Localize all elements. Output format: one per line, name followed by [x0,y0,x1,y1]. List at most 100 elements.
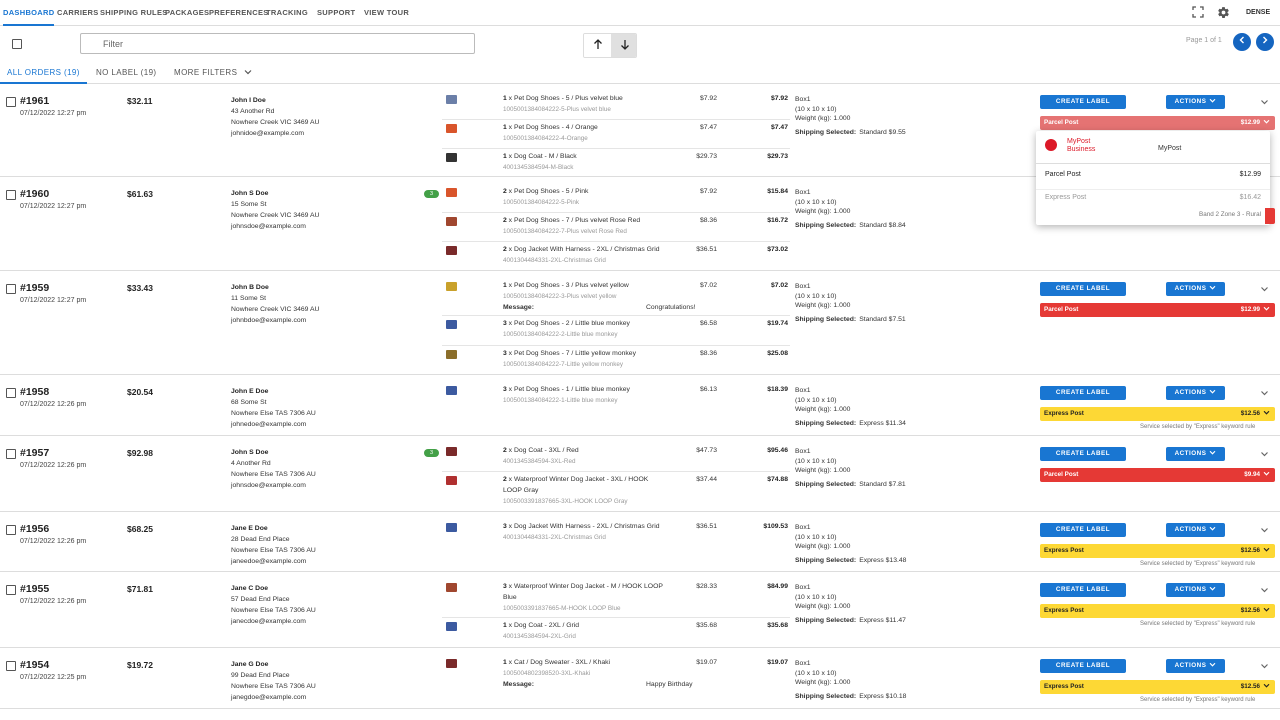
order-total: $71.81 [127,584,153,594]
tab-no-label[interactable]: No Label (19) [96,64,156,84]
expand-row-icon[interactable] [1260,661,1269,671]
actions-button[interactable]: ACTIONS [1166,282,1225,296]
create-label-button[interactable]: CREATE LABEL [1040,523,1126,537]
actions-button[interactable]: ACTIONS [1166,523,1225,537]
expand-row-icon[interactable] [1260,525,1269,535]
item-line-total: $15.84 [767,188,788,195]
service-selector[interactable]: Express Post $12.56 [1040,604,1275,618]
nav-dashboard[interactable]: Dashboard [3,0,55,26]
item-name: x Pet Dog Shoes - 5 / Plus velvet blue [506,95,623,102]
order-total: $19.72 [127,660,153,670]
order-number[interactable]: #1959 [20,282,49,294]
item-name: x Dog Coat - 2XL / Grid [506,622,580,629]
service-name: Express Post [1044,547,1084,554]
order-date: 07/12/2022 12:27 pm [20,110,87,117]
create-label-button[interactable]: CREATE LABEL [1040,447,1126,461]
order-checkbox[interactable] [6,284,16,294]
order-checkbox[interactable] [6,190,16,200]
create-label-button[interactable]: CREATE LABEL [1040,95,1126,109]
order-checkbox[interactable] [6,661,16,671]
service-option-price: $12.99 [1239,171,1261,178]
item-line-total: $7.02 [770,282,788,289]
customer-address: Jane C Doe 57 Dead End Place Nowhere Else … [231,583,316,627]
actions-button-label: ACTIONS [1174,389,1207,396]
service-name: Parcel Post [1044,306,1079,313]
shipping-selected: Shipping Selected: Express $10.18 [795,693,906,700]
product-thumbnail [446,386,457,395]
expand-row-icon[interactable] [1260,449,1269,459]
select-all-checkbox[interactable] [12,39,22,49]
nav-packages[interactable]: Packages [165,0,209,26]
tab-all-orders[interactable]: All Orders (19) [0,64,87,84]
create-label-button[interactable]: CREATE LABEL [1040,386,1126,400]
order-date: 07/12/2022 12:26 pm [20,598,87,605]
nav-carriers[interactable]: Carriers [57,0,99,26]
item-sku: 1005001384084222-3-Plus velvet yellow [503,293,617,300]
customer-email: janecdoe@example.com [231,618,306,625]
product-thumbnail [446,523,457,532]
actions-button[interactable]: ACTIONS [1166,95,1225,109]
nav-shipping-rules[interactable]: Shipping Rules [100,0,168,26]
shipping-selected: Shipping Selected: Standard $7.51 [795,316,906,323]
order-number[interactable]: #1955 [20,583,49,595]
service-selector[interactable]: Parcel Post $12.99 [1040,116,1275,130]
actions-button[interactable]: ACTIONS [1166,659,1225,673]
order-checkbox[interactable] [6,585,16,595]
shipping-selected: Shipping Selected: Express $11.47 [795,617,906,624]
filter-input[interactable] [80,33,475,54]
nav-support[interactable]: Support [317,0,355,26]
order-number[interactable]: #1954 [20,659,49,671]
tab-more-filters[interactable]: More Filters [174,64,252,84]
customer-city: Nowhere Else TAS 7306 AU [231,607,316,614]
chevron-down-icon [1260,471,1270,478]
next-page-button[interactable] [1256,33,1274,51]
service-rule-note: Service selected by "Express" keyword ru… [1140,424,1256,430]
service-option[interactable]: Express Post $16.42 [1036,194,1270,206]
order-checkbox[interactable] [6,449,16,459]
expand-row-icon[interactable] [1260,284,1269,294]
actions-button[interactable]: ACTIONS [1166,583,1225,597]
expand-row-icon[interactable] [1260,388,1269,398]
order-number[interactable]: #1960 [20,188,49,200]
item-divider [442,212,790,213]
order-number[interactable]: #1958 [20,386,49,398]
service-selector[interactable]: Parcel Post $12.99 [1040,303,1275,317]
service-option[interactable]: Parcel Post $12.99 [1036,171,1270,183]
sort-ascending-button[interactable] [584,34,611,57]
item-line-total: $25.08 [767,350,788,357]
item-divider [442,119,790,120]
nav-view-tour[interactable]: View Tour [364,0,409,26]
service-selector[interactable]: Express Post $12.56 [1040,680,1275,694]
customer-address: John E Doe 68 Some St Nowhere Else TAS 730… [231,386,316,430]
item-name: x Dog Jacket With Harness - 2XL / Christ… [506,246,660,253]
expand-row-icon[interactable] [1260,585,1269,595]
order-checkbox[interactable] [6,525,16,535]
product-thumbnail [446,95,457,104]
nav-tracking[interactable]: Tracking [266,0,308,26]
actions-button[interactable]: ACTIONS [1166,447,1225,461]
service-selector[interactable]: Express Post $12.56 [1040,407,1275,421]
fullscreen-icon[interactable] [1191,6,1205,20]
gift-message-label: Message: [503,681,534,688]
nav-preferences[interactable]: Preferences [209,0,269,26]
gear-icon[interactable] [1216,6,1230,20]
order-checkbox[interactable] [6,97,16,107]
create-label-button[interactable]: CREATE LABEL [1040,659,1126,673]
actions-button[interactable]: ACTIONS [1166,386,1225,400]
sort-descending-button[interactable] [611,34,636,57]
service-selector[interactable]: Express Post $12.56 [1040,544,1275,558]
customer-name: John S Doe [231,449,269,456]
density-toggle[interactable]: DENSE [1246,0,1270,26]
create-label-button[interactable]: CREATE LABEL [1040,282,1126,296]
expand-row-icon[interactable] [1260,97,1269,107]
item-title: 1 x Pet Dog Shoes - 3 / Plus velvet yell… [503,282,629,289]
order-number[interactable]: #1957 [20,447,49,459]
item-title: 3 x Dog Jacket With Harness - 2XL / Chri… [503,523,660,530]
order-number[interactable]: #1961 [20,95,49,107]
customer-city: Nowhere Else TAS 7306 AU [231,547,316,554]
order-number[interactable]: #1956 [20,523,49,535]
service-selector[interactable]: Parcel Post $9.94 [1040,468,1275,482]
create-label-button[interactable]: CREATE LABEL [1040,583,1126,597]
order-checkbox[interactable] [6,388,16,398]
prev-page-button[interactable] [1233,33,1251,51]
